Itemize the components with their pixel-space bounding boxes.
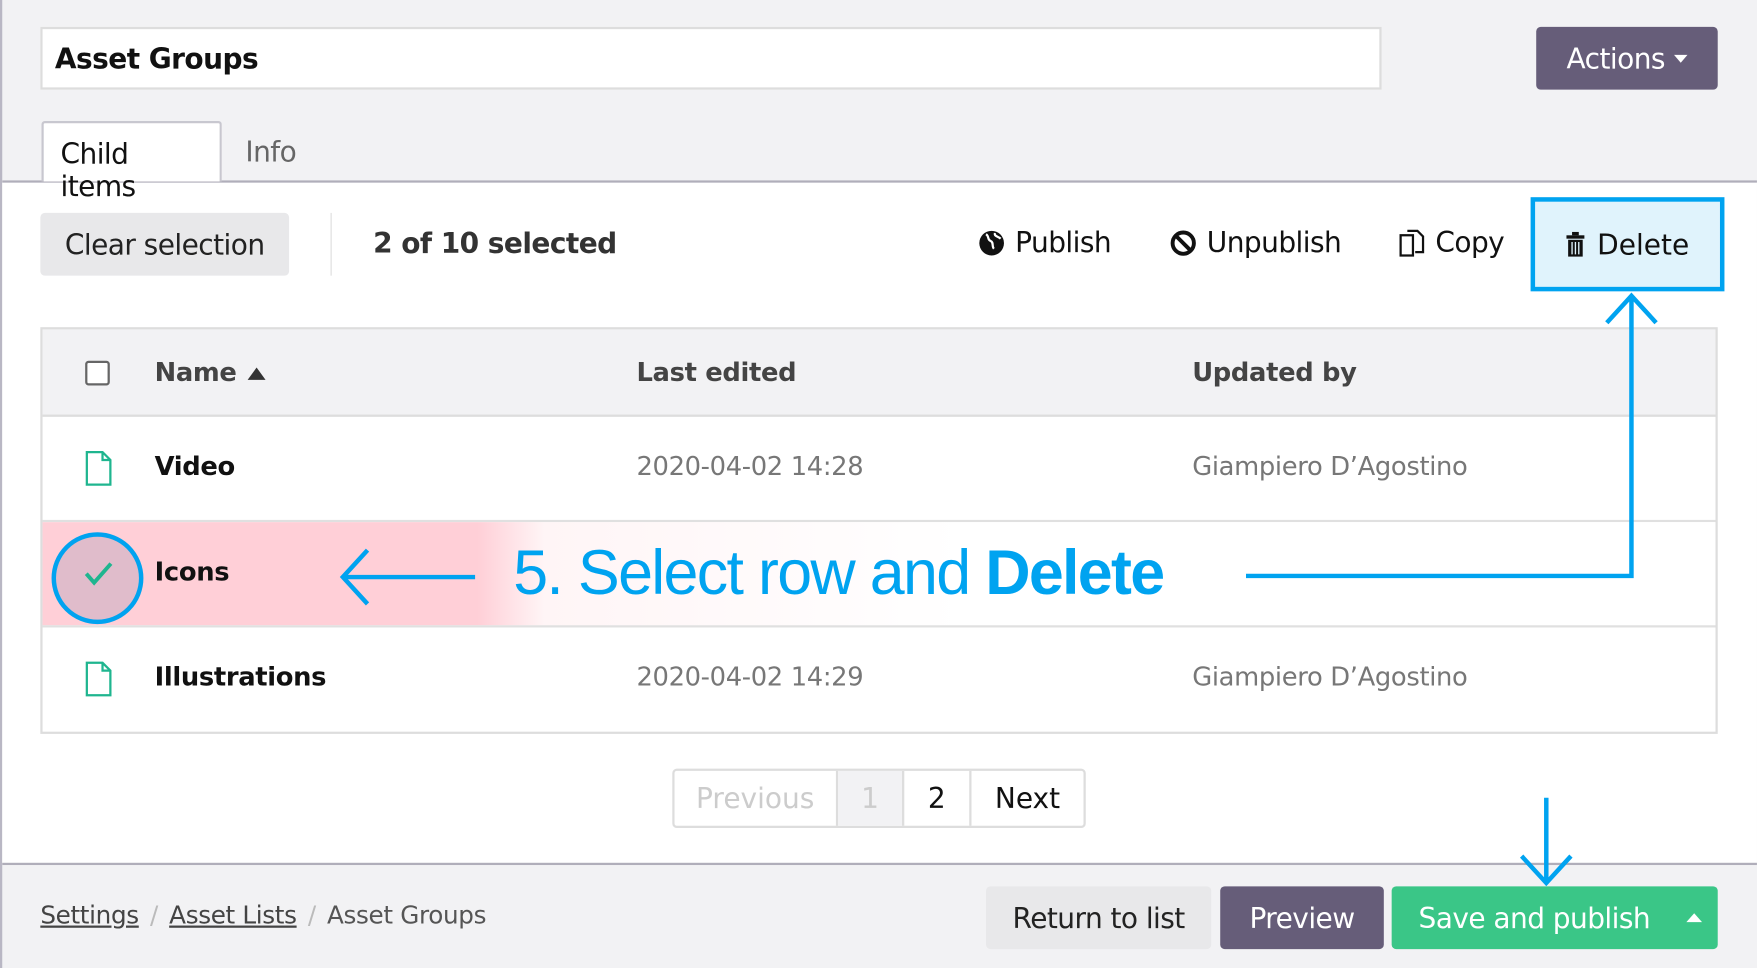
breadcrumb-current: Asset Groups: [327, 902, 487, 931]
checkmark-icon: [84, 562, 113, 586]
tab-info[interactable]: Info: [229, 121, 313, 182]
caret-up-icon[interactable]: [1686, 913, 1703, 923]
row-name[interactable]: Illustrations: [155, 663, 327, 692]
row-name[interactable]: Icons: [155, 558, 230, 587]
page-1-button[interactable]: 1: [838, 770, 905, 826]
annotation-emphasis: Delete: [985, 536, 1165, 608]
publish-label: Publish: [1015, 226, 1112, 259]
clear-selection-button[interactable]: Clear selection: [40, 212, 290, 276]
previous-page-button[interactable]: Previous: [675, 770, 839, 826]
table-row[interactable]: Illustrations 2020-04-02 14:29 Giampiero…: [43, 627, 1716, 732]
actions-label: Actions: [1566, 42, 1666, 75]
breadcrumb-separator: /: [307, 902, 316, 931]
save-and-publish-label: Save and publish: [1418, 901, 1651, 934]
return-to-list-button[interactable]: Return to list: [986, 886, 1212, 950]
actions-button[interactable]: Actions: [1536, 26, 1718, 90]
preview-button[interactable]: Preview: [1220, 886, 1384, 950]
delete-label: Delete: [1597, 228, 1690, 261]
column-header-name[interactable]: Name: [155, 359, 266, 388]
tab-child-items[interactable]: Child items: [41, 121, 222, 203]
row-updated-by: Giampiero D’Agostino: [1192, 663, 1468, 693]
file-icon: [85, 661, 112, 697]
sort-ascending-icon: [247, 366, 266, 380]
globe-icon: [979, 230, 1004, 255]
copy-icon: [1399, 229, 1425, 257]
row-name[interactable]: Video: [155, 453, 236, 482]
breadcrumb-settings[interactable]: Settings: [40, 902, 139, 930]
row-last-edited: 2020-04-02 14:29: [636, 663, 864, 693]
selection-count: 2 of 10 selected: [373, 227, 617, 260]
row-last-edited: 2020-04-02 14:28: [636, 452, 864, 482]
unpublish-button[interactable]: Unpublish: [1170, 226, 1342, 259]
pagination: Previous 1 2 Next: [672, 768, 1086, 829]
copy-label: Copy: [1435, 226, 1505, 259]
arrow-down-icon: [1519, 797, 1573, 887]
copy-button[interactable]: Copy: [1398, 226, 1505, 259]
annotation-connector-arrow: [1245, 292, 1658, 579]
page-2-button[interactable]: 2: [904, 770, 972, 826]
breadcrumb-asset-lists[interactable]: Asset Lists: [169, 902, 297, 930]
next-page-button[interactable]: Next: [971, 771, 1083, 826]
ban-icon: [1170, 229, 1196, 256]
annotation-text: 5. Select row and Delete: [513, 536, 1165, 609]
trash-icon: [1566, 231, 1585, 257]
annotation-prefix: 5. Select row and: [513, 536, 986, 608]
save-and-publish-button[interactable]: Save and publish: [1391, 886, 1718, 950]
breadcrumb: Settings / Asset Lists / Asset Groups: [40, 902, 486, 930]
column-header-last-edited[interactable]: Last edited: [636, 359, 796, 388]
breadcrumb-separator: /: [149, 902, 158, 931]
toolbar-divider: [330, 212, 332, 276]
publish-button[interactable]: Publish: [978, 226, 1112, 259]
caret-down-icon: [1673, 54, 1688, 63]
unpublish-label: Unpublish: [1206, 226, 1342, 259]
arrow-left-icon: [339, 548, 476, 606]
title-input[interactable]: Asset Groups: [40, 26, 1382, 90]
file-icon: [85, 451, 112, 486]
delete-button[interactable]: Delete: [1530, 197, 1725, 292]
column-name-label: Name: [154, 358, 237, 388]
page: Asset Groups Actions Child items Info Cl…: [0, 0, 1757, 968]
select-all-checkbox[interactable]: [85, 360, 110, 386]
